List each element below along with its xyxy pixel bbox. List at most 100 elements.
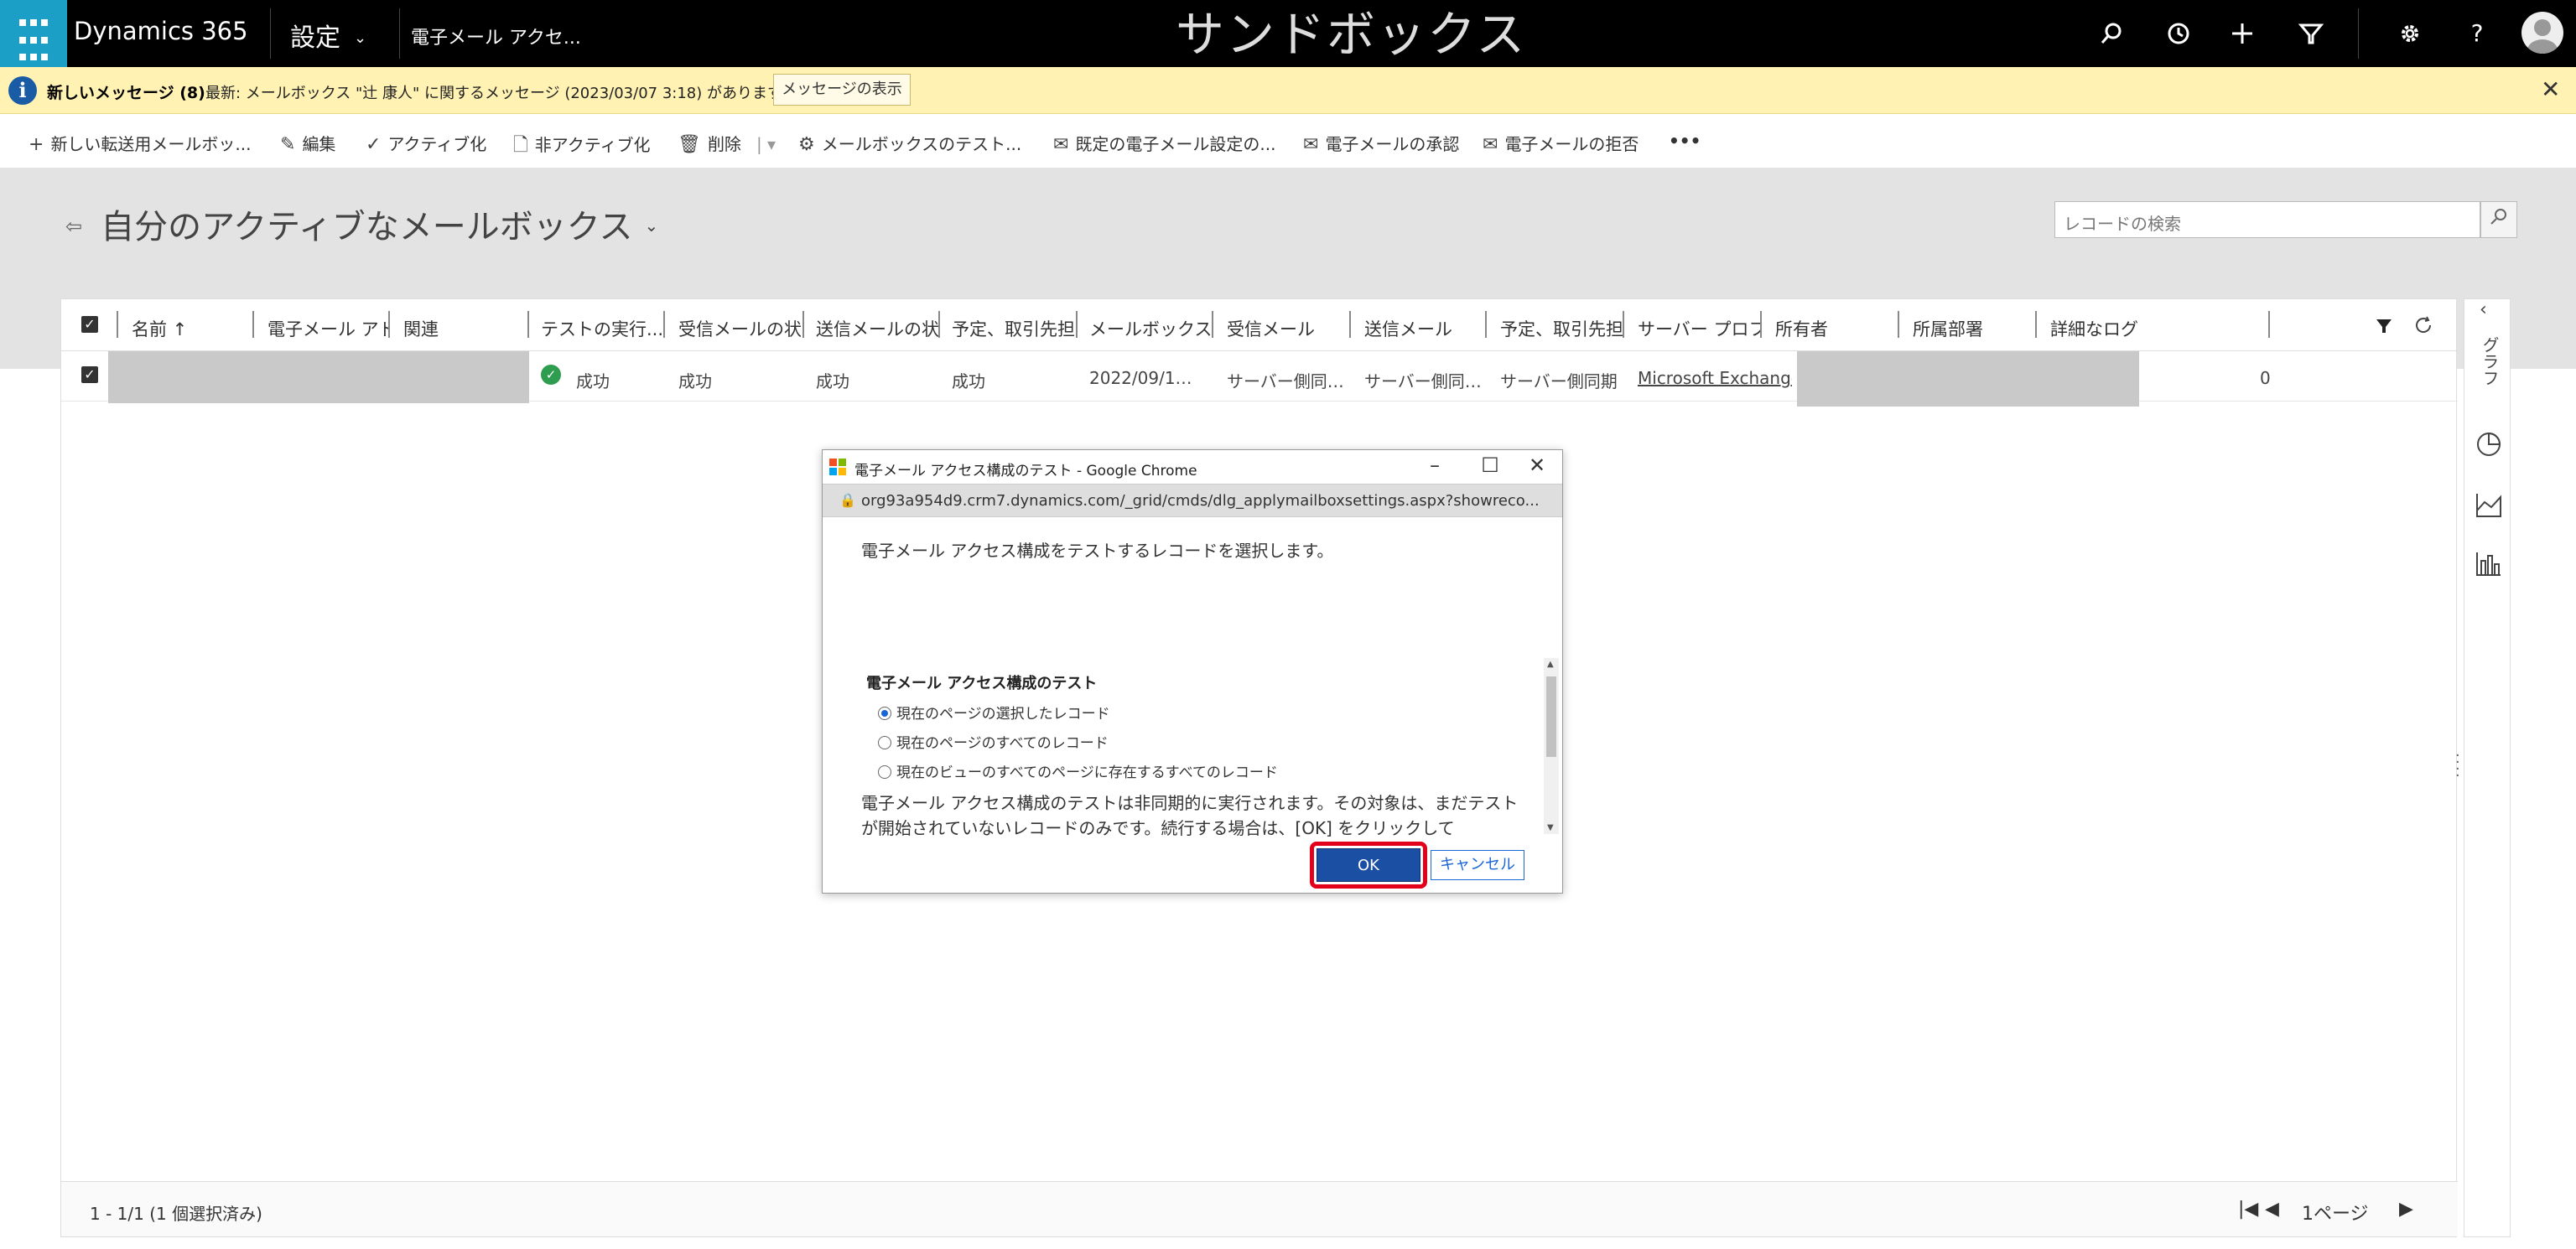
app-launcher-icon[interactable] xyxy=(0,0,67,67)
column-header-email[interactable]: 電子メール アドレス xyxy=(267,316,388,341)
column-header-owner[interactable]: 所有者 xyxy=(1775,316,1901,341)
search-icon[interactable] xyxy=(2480,201,2517,238)
column-header-incoming-status[interactable]: 受信メールの状態 xyxy=(678,316,801,341)
test-mailbox-button[interactable]: ⚙ メールボックスのテスト... xyxy=(798,131,1021,155)
column-divider xyxy=(938,311,940,338)
column-header-name[interactable]: 名前 ↑ xyxy=(132,316,249,341)
address-bar[interactable]: 🔒 org93a954d9.crm7.dynamics.com/_grid/cm… xyxy=(823,484,1562,517)
table-row[interactable]: ✓ ✓ 成功 成功 成功 成功 2022/09/1… サーバー側同… サーバー側… xyxy=(61,351,2458,407)
charts-label[interactable]: グラフ xyxy=(2478,336,2502,386)
top-navigation-bar: Dynamics 365 設定 ⌄ 電子メール アクセ... サンドボックス ? xyxy=(0,0,2576,67)
delete-button[interactable]: 🗑 削除 | ▾ xyxy=(678,131,776,155)
pin-icon[interactable]: ⇦ xyxy=(65,215,82,238)
column-header-mailbox[interactable]: メールボックス xyxy=(1089,316,1212,341)
view-selector[interactable]: ⇦ 自分のアクティブなメールボックス ⌄ xyxy=(65,200,658,248)
delete-icon: 🗑 xyxy=(678,134,701,155)
bar-chart-icon[interactable] xyxy=(2475,549,2503,584)
notification-bar: i 新しいメッセージ (8) 最新: メールボックス "辻 康人" に関するメッ… xyxy=(0,67,2576,114)
minimize-icon[interactable]: – xyxy=(1418,453,1452,477)
cell-incoming-mail: サーバー側同… xyxy=(1227,371,1344,391)
ok-button[interactable]: OK xyxy=(1317,848,1420,882)
panel-splitter[interactable]: · · · · xyxy=(2455,749,2460,784)
app-brand[interactable]: Dynamics 365 xyxy=(74,17,248,45)
chevron-left-icon[interactable]: ‹ xyxy=(2480,299,2487,320)
column-header-outgoing-mail[interactable]: 送信メール xyxy=(1364,316,1487,341)
radio-button[interactable] xyxy=(878,736,891,749)
column-header-detailed-log[interactable]: 詳細なログ xyxy=(2050,316,2218,341)
grid-header: ✓ 名前 ↑ 電子メール アドレス 関連 テストの実行... 受信メールの状態 … xyxy=(61,299,2458,351)
column-header-appointments-sync[interactable]: 予定、取引先担 xyxy=(1500,316,1623,341)
default-settings-icon: ✉ xyxy=(1053,134,1069,155)
page-number: 1ページ xyxy=(2302,1204,2369,1225)
reject-email-button[interactable]: ✉ 電子メールの拒否 xyxy=(1483,131,1639,155)
help-icon[interactable]: ? xyxy=(2464,20,2490,47)
gear-icon[interactable] xyxy=(2397,20,2423,47)
radio-button[interactable] xyxy=(878,765,891,779)
show-messages-button[interactable]: メッセージの表示 xyxy=(773,74,911,106)
filter-icon[interactable] xyxy=(2298,20,2324,47)
button-label: 新しい転送用メールボッ... xyxy=(50,134,252,154)
cell-appointments: 成功 xyxy=(952,371,985,391)
server-profile-link[interactable]: Microsoft Exchange xyxy=(1638,368,1792,388)
first-page-icon[interactable]: |◀ xyxy=(2238,1199,2258,1220)
url-text[interactable]: org93a954d9.crm7.dynamics.com/_grid/cmds… xyxy=(861,492,1549,510)
plus-icon[interactable] xyxy=(2229,20,2256,47)
chevron-down-icon[interactable]: | ▾ xyxy=(756,134,776,154)
column-header-regarding[interactable]: 関連 xyxy=(403,316,529,341)
radio-selected-records[interactable]: 現在のページの選択したレコード xyxy=(878,702,1110,723)
apply-default-settings-button[interactable]: ✉ 既定の電子メール設定の... xyxy=(1053,131,1276,155)
column-header-outgoing-status[interactable]: 送信メールの状態 xyxy=(816,316,938,341)
maximize-icon[interactable]: ☐ xyxy=(1473,453,1507,477)
scroll-thumb[interactable] xyxy=(1546,676,1556,757)
column-header-appointments[interactable]: 予定、取引先担当者 xyxy=(952,316,1074,341)
radio-all-on-page[interactable]: 現在のページのすべてのレコード xyxy=(878,731,1109,752)
notification-text: 最新: メールボックス "辻 康人" に関するメッセージ (2023/03/07… xyxy=(205,85,797,102)
dialog-scrollbar[interactable]: ▲ ▼ xyxy=(1544,658,1559,834)
column-divider xyxy=(252,311,254,338)
dialog-description: 電子メール アクセス構成のテストは非同期的に実行されます。その対象は、まだテスト… xyxy=(861,793,1519,838)
column-header-incoming-mail[interactable]: 受信メール xyxy=(1227,316,1349,341)
notification-title: 新しいメッセージ (8) xyxy=(47,84,205,102)
close-icon[interactable]: ✕ xyxy=(2541,75,2560,103)
edit-button[interactable]: ✎ 編集 xyxy=(280,131,335,155)
row-checkbox[interactable]: ✓ xyxy=(81,366,98,383)
column-header-server-profile[interactable]: サーバー プロファイル xyxy=(1638,316,1762,341)
radio-all-in-view[interactable]: 現在のビューのすべてのページに存在するすべてのレコード xyxy=(878,760,1278,781)
select-all-checkbox[interactable]: ✓ xyxy=(81,316,98,333)
refresh-icon[interactable] xyxy=(2412,316,2434,342)
area-label: 設定 xyxy=(290,23,340,53)
deactivate-button[interactable]: 🗋 非アクティブ化 xyxy=(513,131,651,163)
button-label: 編集 xyxy=(302,134,336,154)
column-divider xyxy=(1898,311,1899,338)
search-input[interactable]: レコードの検索 xyxy=(2054,201,2480,238)
activate-button[interactable]: ✓ アクティブ化 xyxy=(366,131,486,155)
cancel-button[interactable]: キャンセル xyxy=(1431,850,1524,880)
button-label: 電子メールの承認 xyxy=(1325,134,1460,154)
column-divider xyxy=(663,311,665,338)
column-divider xyxy=(527,311,529,338)
avatar[interactable] xyxy=(2521,12,2563,54)
filter-icon[interactable] xyxy=(2374,317,2394,342)
approve-email-button[interactable]: ✉ 電子メールの承認 xyxy=(1303,131,1459,155)
history-icon[interactable] xyxy=(2165,20,2192,47)
cell-outgoing-mail: サーバー側同… xyxy=(1364,371,1482,391)
pie-chart-icon[interactable] xyxy=(2475,430,2503,465)
previous-page-icon[interactable]: ◀ xyxy=(2265,1199,2279,1220)
breadcrumb[interactable]: 電子メール アクセ... xyxy=(411,23,581,49)
area-selector[interactable]: 設定 ⌄ xyxy=(290,17,366,54)
search-icon[interactable] xyxy=(2098,20,2125,47)
more-commands-button[interactable]: ••• xyxy=(1669,131,1701,151)
scroll-up-icon[interactable]: ▲ xyxy=(1547,660,1554,669)
scroll-down-icon[interactable]: ▼ xyxy=(1547,823,1554,832)
area-chart-icon[interactable] xyxy=(2475,490,2503,526)
new-forward-mailbox-button[interactable]: + 新しい転送用メールボッ... xyxy=(29,131,252,155)
column-header-test-run[interactable]: テストの実行... xyxy=(541,316,662,341)
column-divider xyxy=(1349,311,1351,338)
column-divider xyxy=(1212,311,1213,338)
next-page-icon[interactable]: ▶ xyxy=(2399,1199,2413,1220)
column-header-business-unit[interactable]: 所属部署 xyxy=(1913,316,2038,341)
radio-button[interactable] xyxy=(878,707,891,720)
dialog-window-title: 電子メール アクセス構成のテスト - Google Chrome xyxy=(854,463,1197,479)
close-icon[interactable]: ✕ xyxy=(1520,453,1554,477)
column-divider xyxy=(1076,311,1078,338)
